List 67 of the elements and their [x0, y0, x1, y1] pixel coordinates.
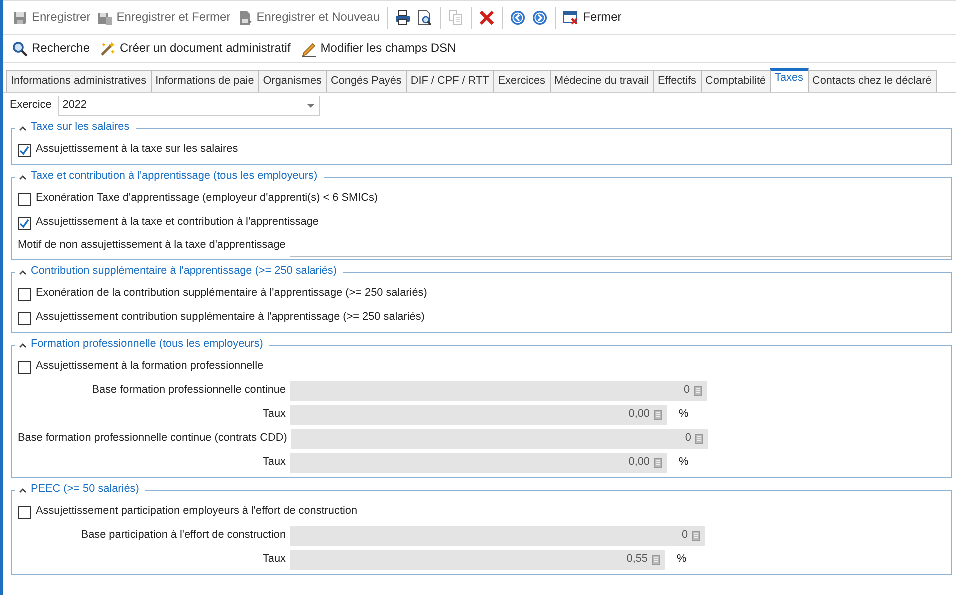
tab[interactable]: Exercices	[493, 70, 551, 92]
cross-icon	[479, 10, 496, 26]
tab[interactable]: Effectifs	[652, 70, 702, 92]
unit-label: %	[679, 456, 689, 470]
tab[interactable]: Comptabilité	[700, 70, 772, 92]
chevron-icon[interactable]	[19, 270, 27, 274]
caret-icon	[306, 104, 315, 108]
field-label: Exercice	[10, 99, 52, 113]
pages-icon	[448, 10, 464, 26]
calculator-icon	[654, 458, 662, 468]
dropdown[interactable]: 2022	[58, 96, 320, 116]
checkbox-label: Exonération Taxe d'apprentissage (employeur d'apprenti(s) < 6 SMICs)	[36, 192, 378, 206]
checkbox-label: Assujettissement participation employeurs à l'effort de construction	[36, 505, 358, 519]
chevron-icon[interactable]	[19, 342, 27, 348]
calculator-icon	[654, 410, 662, 420]
tab[interactable]: Contacts chez le déclaré	[808, 70, 937, 92]
pencil-icon	[300, 40, 317, 56]
tab[interactable]: Informations de paie	[150, 70, 260, 92]
toolbar-button[interactable]: Fermer	[560, 8, 625, 28]
section-title: Taxe sur les salaires	[31, 121, 130, 135]
window-close-icon	[563, 10, 580, 26]
forward-arrow-icon	[532, 10, 548, 26]
tab[interactable]: Médecine du travail	[550, 70, 654, 92]
tab[interactable]: DIF / CPF / RTT	[406, 70, 494, 92]
section-title: Taxe et contribution à l'apprentissage (tous les employeurs)	[31, 170, 318, 184]
search-icon	[12, 40, 28, 56]
field-label: Taux	[262, 456, 287, 470]
printer-icon	[395, 10, 412, 26]
section-title: Contribution supplémentaire à l'apprentissage (>= 250 salariés)	[31, 265, 337, 279]
field-label: Base formation professionnelle continue (contrats CDD)	[18, 432, 288, 446]
calculator-icon	[652, 555, 660, 565]
toolbar-button[interactable]: Créer un document administratif	[97, 38, 294, 58]
toolbar-button[interactable]: Modifier les champs DSN	[298, 38, 460, 58]
back-arrow-icon	[510, 10, 526, 26]
unit-label: %	[677, 553, 687, 567]
magnifier-page-icon	[417, 10, 434, 26]
calculator-icon	[695, 434, 704, 444]
chevron-icon[interactable]	[19, 174, 27, 180]
field-label: Base participation à l'effort de construction	[80, 529, 287, 543]
checkbox-label: Assujettissement à la taxe sur les salaires	[36, 143, 238, 157]
checkbox-label: Assujettissement contribution supplémentaire à l'apprentissage (>= 250 salariés)	[36, 311, 425, 325]
section-title: Formation professionnelle (tous les employeurs)	[31, 338, 264, 352]
checkbox[interactable]	[18, 312, 31, 324]
magic-wand-icon	[100, 40, 116, 56]
checkbox[interactable]	[18, 288, 31, 300]
checkbox[interactable]	[18, 506, 31, 518]
field-label: Base formation professionnelle continue	[91, 384, 287, 398]
chevron-icon[interactable]	[19, 126, 27, 130]
tab[interactable]: Organismes	[258, 70, 327, 92]
section-title: PEEC (>= 50 salariés)	[31, 483, 140, 497]
chevron-icon[interactable]	[19, 488, 27, 492]
calculator-icon	[694, 386, 702, 396]
checkbox[interactable]	[18, 144, 31, 156]
toolbar-button[interactable]: Recherche	[9, 38, 94, 58]
checkbox-label: Assujettissement à la taxe et contribution à l'apprentissage	[36, 216, 319, 230]
field-label: Taux	[262, 408, 287, 422]
checkbox-label: Assujettissement à la formation professionnelle	[36, 360, 264, 374]
tab[interactable]: Congés Payés	[326, 70, 407, 92]
checkbox[interactable]	[18, 192, 31, 206]
checkbox-label: Exonération de la contribution supplémentaire à l'apprentissage (>= 250 salariés)	[36, 287, 428, 301]
checkbox[interactable]	[18, 360, 31, 374]
unit-label: %	[679, 408, 689, 422]
checkbox[interactable]	[18, 216, 31, 230]
tab[interactable]: Informations administratives	[6, 70, 152, 92]
field-label: Motif de non assujettissement à la taxe d'apprentissage	[18, 239, 286, 253]
calculator-icon	[692, 531, 700, 541]
field-label: Taux	[262, 553, 287, 567]
